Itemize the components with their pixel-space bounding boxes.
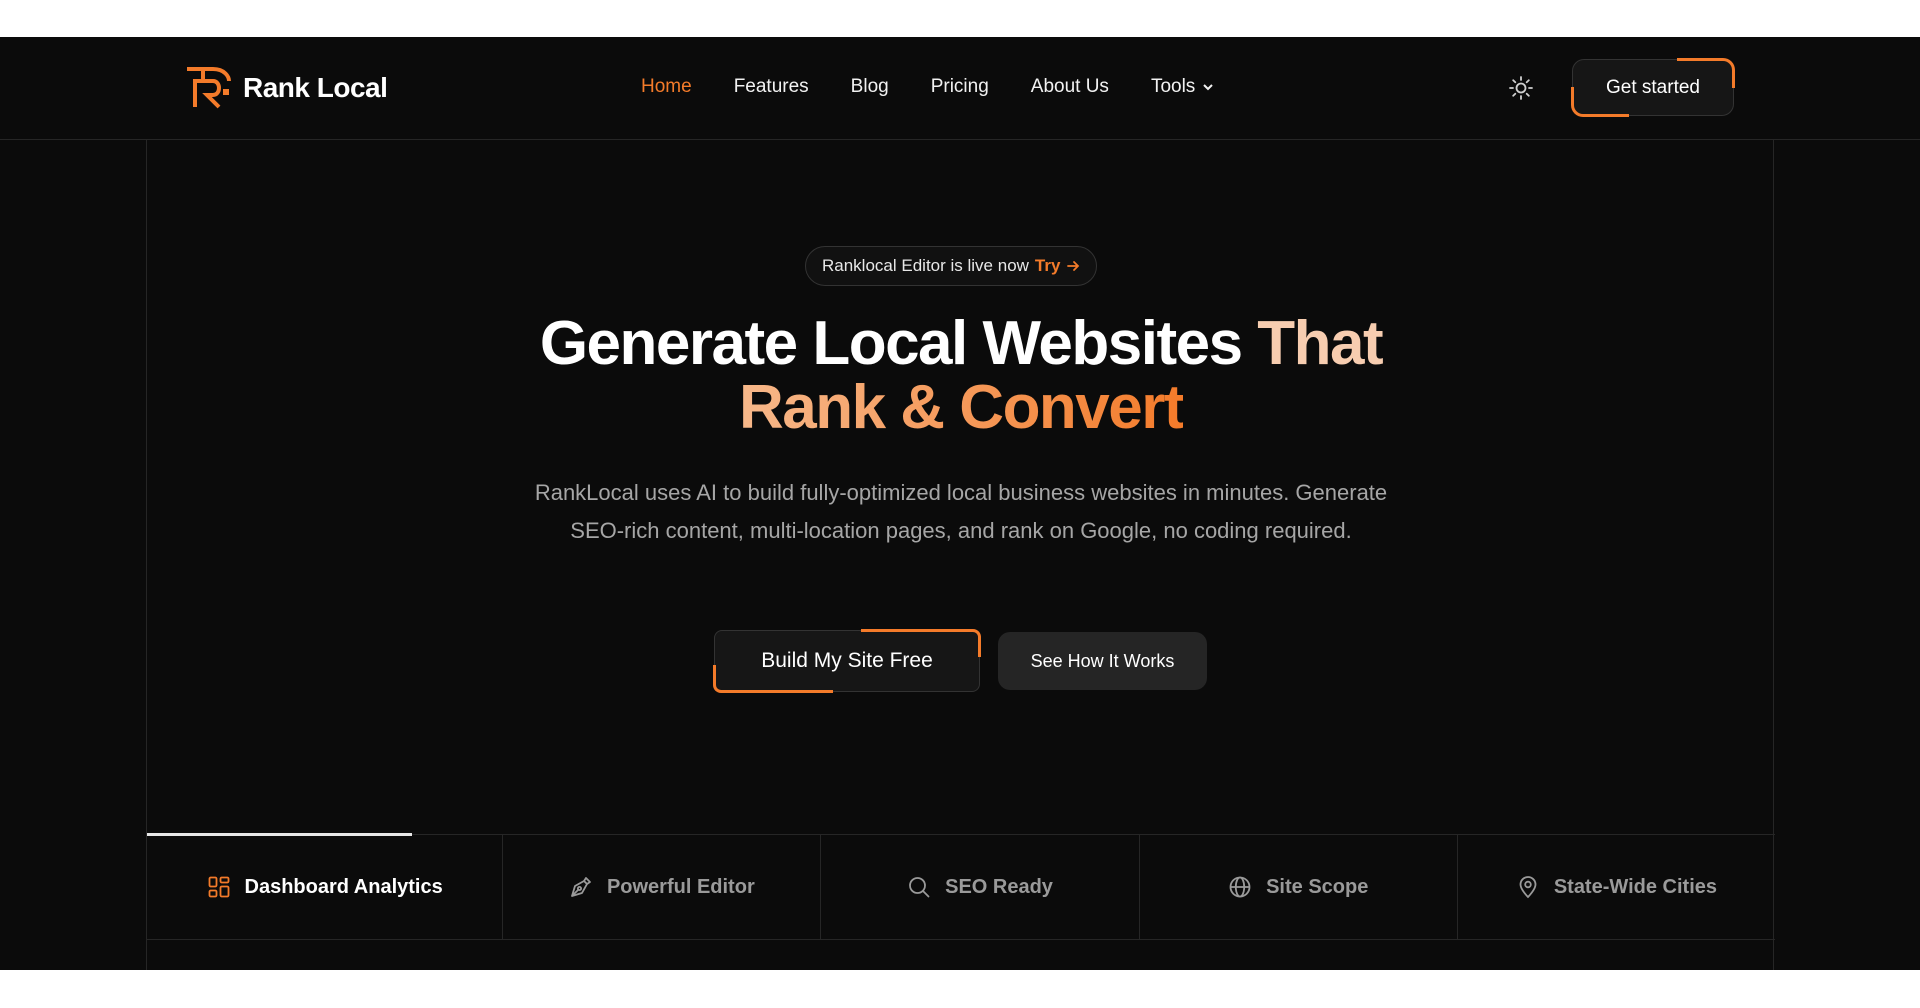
nav-item-home[interactable]: Home: [641, 76, 692, 98]
tab-label: Powerful Editor: [606, 875, 755, 898]
dashboard-icon: [208, 876, 229, 898]
sun-icon[interactable]: [1508, 75, 1534, 101]
rank-local-logo-icon: [187, 67, 231, 109]
top-navbar: Rank Local Home Features Blog Pricing Ab…: [0, 37, 1920, 140]
announcement-pill[interactable]: Ranklocal Editor is live now Try: [805, 246, 1098, 286]
main-nav: Home Features Blog Pricing About Us Tool…: [641, 76, 1257, 98]
feature-tabs: Dashboard Analytics Powerful Editor SEO …: [147, 833, 1775, 940]
hero-subtext: RankLocal uses AI to build fully-optimiz…: [534, 480, 1388, 543]
nav-item-pricing[interactable]: Pricing: [931, 76, 989, 98]
pen-icon: [571, 877, 591, 897]
hero-headline: Generate Local Websites That Rank & Conv…: [147, 312, 1775, 440]
get-started-label: Get started: [1606, 76, 1700, 98]
tab-site-scope[interactable]: Site Scope: [1140, 835, 1458, 939]
announcement-text: Ranklocal Editor is live now: [822, 256, 1029, 275]
headline-part-3: Rank & Convert: [738, 373, 1185, 442]
nav-item-about-us[interactable]: About Us: [1031, 76, 1109, 98]
nav-item-tools-label: Tools: [1150, 76, 1196, 97]
announcement-try-link: Try: [1034, 256, 1061, 275]
search-icon: [909, 877, 930, 898]
tab-label: Site Scope: [1266, 875, 1369, 898]
tab-seo-ready[interactable]: SEO Ready: [821, 835, 1140, 939]
tab-label: Dashboard Analytics: [244, 875, 443, 898]
nav-item-tools[interactable]: Tools: [1151, 76, 1215, 98]
globe-icon: [1229, 876, 1251, 898]
see-how-it-works-button[interactable]: See How It Works: [998, 632, 1207, 690]
tab-state-wide-cities[interactable]: State-Wide Cities: [1458, 835, 1775, 939]
arrow-right-icon: [1067, 261, 1080, 271]
tab-powerful-editor[interactable]: Powerful Editor: [503, 835, 822, 939]
build-my-site-button[interactable]: Build My Site Free: [713, 629, 981, 693]
nav-item-features[interactable]: Features: [734, 76, 809, 98]
hero-section: Ranklocal Editor is live now Try Generat…: [146, 140, 1775, 970]
headline-part-1: Generate Local Websites: [539, 309, 1243, 378]
app-window: Rank Local Home Features Blog Pricing Ab…: [0, 37, 1920, 970]
tab-label: State-Wide Cities: [1553, 875, 1717, 898]
build-my-site-label: Build My Site Free: [761, 649, 933, 672]
tab-dashboard-analytics[interactable]: Dashboard Analytics: [147, 833, 504, 939]
map-pin-icon: [1519, 876, 1537, 899]
brand-name: Rank Local: [243, 72, 388, 103]
get-started-button[interactable]: Get started: [1571, 58, 1735, 117]
headline-part-2: That: [1257, 309, 1383, 378]
tab-label: SEO Ready: [945, 875, 1053, 898]
nav-item-blog[interactable]: Blog: [851, 76, 889, 98]
chevron-down-icon: [1203, 84, 1214, 91]
brand-logo[interactable]: Rank Local: [185, 67, 388, 109]
